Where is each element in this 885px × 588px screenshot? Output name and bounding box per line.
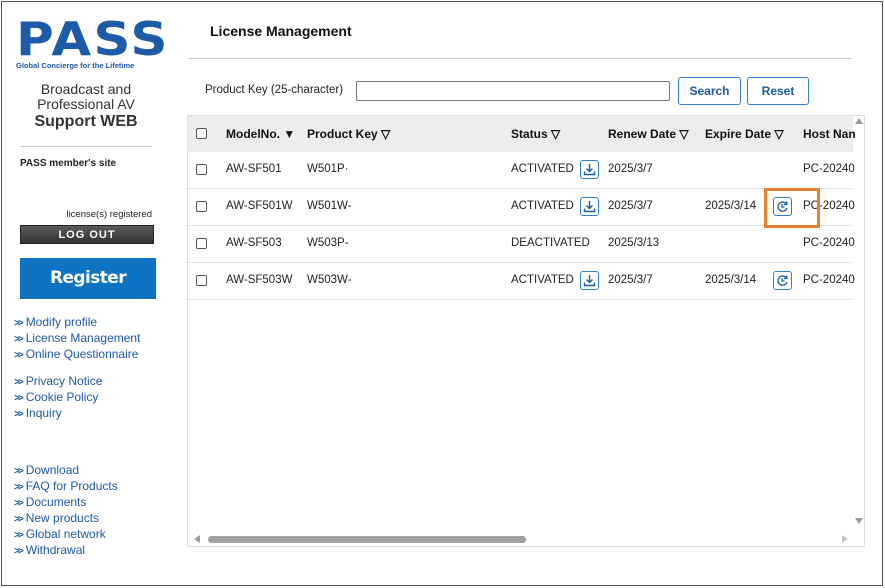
cell-status: ACTIVATED bbox=[511, 200, 574, 212]
cell-model: AW-SF501W bbox=[226, 200, 293, 212]
scroll-up-arrow-icon[interactable] bbox=[855, 118, 863, 124]
cell-product-key: W503W- bbox=[307, 274, 352, 286]
vertical-scrollbar[interactable] bbox=[853, 115, 865, 546]
cell-host-name: PC-20240 bbox=[803, 274, 855, 286]
col-header-expire-date[interactable]: Expire Date ▽ bbox=[705, 127, 784, 141]
reset-button[interactable]: Reset bbox=[747, 77, 809, 105]
table-row: AW-SF501W W501W- ACTIVATED 2025/3/7 2025… bbox=[188, 189, 855, 226]
chevron-double-right-icon: >> bbox=[14, 350, 24, 361]
chevron-double-right-icon: >> bbox=[14, 546, 24, 557]
scroll-thumb[interactable] bbox=[208, 536, 526, 543]
chevron-double-right-icon: >> bbox=[14, 318, 24, 329]
chevron-double-right-icon: >> bbox=[14, 466, 24, 477]
sidebar: PASS Global Concierge for the Lifetime B… bbox=[0, 0, 170, 585]
scroll-down-arrow-icon[interactable] bbox=[855, 518, 863, 524]
member-site-label: PASS member's site bbox=[20, 158, 117, 169]
download-icon[interactable] bbox=[580, 160, 599, 179]
cell-status: DEACTIVATED bbox=[511, 237, 590, 249]
register-product-button[interactable]: Register product bbox=[20, 258, 156, 329]
cell-renew-date: 2025/3/13 bbox=[608, 237, 660, 249]
nav-link-inquiry[interactable]: >> Inquiry bbox=[14, 406, 102, 422]
select-all-checkbox[interactable] bbox=[196, 128, 207, 139]
download-icon[interactable] bbox=[580, 271, 599, 290]
nav-link-documents[interactable]: >> Documents bbox=[14, 495, 118, 511]
cell-product-key: W501W- bbox=[307, 200, 352, 212]
nav-link-faq[interactable]: >> FAQ for Products bbox=[14, 479, 118, 495]
nav-link-cookie-policy[interactable]: >> Cookie Policy bbox=[14, 390, 102, 406]
download-icon[interactable] bbox=[580, 197, 599, 216]
cell-host-name: PC-20240 bbox=[803, 163, 855, 175]
pass-logo[interactable]: PASS Global Concierge for the Lifetime bbox=[16, 16, 168, 70]
cell-status: ACTIVATED bbox=[511, 163, 574, 175]
horizontal-scrollbar[interactable] bbox=[188, 532, 852, 546]
renew-icon-highlight bbox=[764, 188, 820, 228]
nav-link-privacy-notice[interactable]: >> Privacy Notice bbox=[14, 374, 102, 390]
scroll-right-arrow-icon[interactable] bbox=[842, 535, 848, 543]
cell-model: AW-SF503 bbox=[226, 237, 282, 249]
cell-renew-date: 2025/3/7 bbox=[608, 200, 653, 212]
cell-model: AW-SF503W bbox=[226, 274, 293, 286]
col-header-renew-date[interactable]: Renew Date ▽ bbox=[608, 127, 689, 141]
col-header-status[interactable]: Status ▽ bbox=[511, 127, 560, 141]
logout-button[interactable]: LOG OUT bbox=[20, 225, 154, 244]
renew-license-icon[interactable] bbox=[773, 271, 792, 290]
page-title: License Management bbox=[210, 23, 352, 39]
title-divider bbox=[188, 58, 852, 59]
cell-expire-date: 2025/3/14 bbox=[705, 274, 757, 286]
col-header-model[interactable]: ModelNo. ▼ bbox=[226, 127, 295, 141]
nav-group-policy: >> Privacy Notice >> Cookie Policy >> Inqui… bbox=[14, 374, 102, 422]
table-header: ModelNo. ▼ Product Key ▽ Status ▽ Renew … bbox=[188, 116, 856, 152]
cell-status: ACTIVATED bbox=[511, 274, 574, 286]
nav-link-withdrawal[interactable]: >> Withdrawal bbox=[14, 543, 118, 559]
cell-renew-date: 2025/3/7 bbox=[608, 274, 653, 286]
nav-link-download[interactable]: >> Download bbox=[14, 463, 118, 479]
nav-link-license-management[interactable]: >> License Management bbox=[14, 331, 140, 347]
nav-link-modify-profile[interactable]: >> Modify profile bbox=[14, 315, 140, 331]
chevron-double-right-icon: >> bbox=[14, 482, 24, 493]
col-header-host-name[interactable]: Host Nan bbox=[803, 127, 856, 141]
cell-product-key: W503P- bbox=[307, 237, 349, 249]
chevron-double-right-icon: >> bbox=[14, 498, 24, 509]
chevron-double-right-icon: >> bbox=[14, 514, 24, 525]
scroll-left-arrow-icon[interactable] bbox=[194, 535, 200, 543]
table-row: AW-SF503 W503P- DEACTIVATED 2025/3/13 PC… bbox=[188, 226, 855, 263]
col-header-product-key[interactable]: Product Key ▽ bbox=[307, 127, 390, 141]
row-checkbox[interactable] bbox=[196, 201, 207, 212]
row-checkbox[interactable] bbox=[196, 164, 207, 175]
registered-count: license(s) registered bbox=[66, 209, 152, 220]
search-button[interactable]: Search bbox=[678, 77, 741, 105]
product-key-input[interactable] bbox=[356, 81, 670, 101]
chevron-double-right-icon: >> bbox=[14, 334, 24, 345]
site-title-strong: Support WEB bbox=[34, 113, 138, 130]
logo-wordmark: PASS bbox=[16, 12, 170, 66]
nav-group-resources: >> Download >> FAQ for Products >> Document… bbox=[14, 463, 118, 559]
chevron-double-right-icon: >> bbox=[14, 393, 24, 404]
table-row: AW-SF503W W503W- ACTIVATED 2025/3/7 2025… bbox=[188, 263, 855, 300]
row-checkbox[interactable] bbox=[196, 275, 207, 286]
cell-model: AW-SF501 bbox=[226, 163, 282, 175]
cell-expire-date: 2025/3/14 bbox=[705, 200, 757, 212]
row-checkbox[interactable] bbox=[196, 238, 207, 249]
sidebar-divider bbox=[20, 146, 152, 147]
product-key-label: Product Key (25-character) bbox=[205, 84, 344, 96]
cell-product-key: W501P· bbox=[307, 163, 349, 175]
chevron-double-right-icon: >> bbox=[14, 530, 24, 541]
site-title: Broadcast and Professional AV bbox=[37, 81, 135, 112]
cell-host-name: PC-20240 bbox=[803, 237, 855, 249]
license-table: ModelNo. ▼ Product Key ▽ Status ▽ Renew … bbox=[187, 115, 865, 547]
chevron-double-right-icon: >> bbox=[14, 377, 24, 388]
nav-group-account: >> Modify profile >> License Management >>… bbox=[14, 315, 140, 363]
nav-link-new-products[interactable]: >> New products bbox=[14, 511, 118, 527]
cell-renew-date: 2025/3/7 bbox=[608, 163, 653, 175]
table-row: AW-SF501 W501P· ACTIVATED 2025/3/7 PC-20… bbox=[188, 152, 855, 189]
chevron-double-right-icon: >> bbox=[14, 409, 24, 420]
nav-link-global-network[interactable]: >> Global network bbox=[14, 527, 118, 543]
nav-link-online-questionnaire[interactable]: >> Online Questionnaire bbox=[14, 347, 140, 363]
